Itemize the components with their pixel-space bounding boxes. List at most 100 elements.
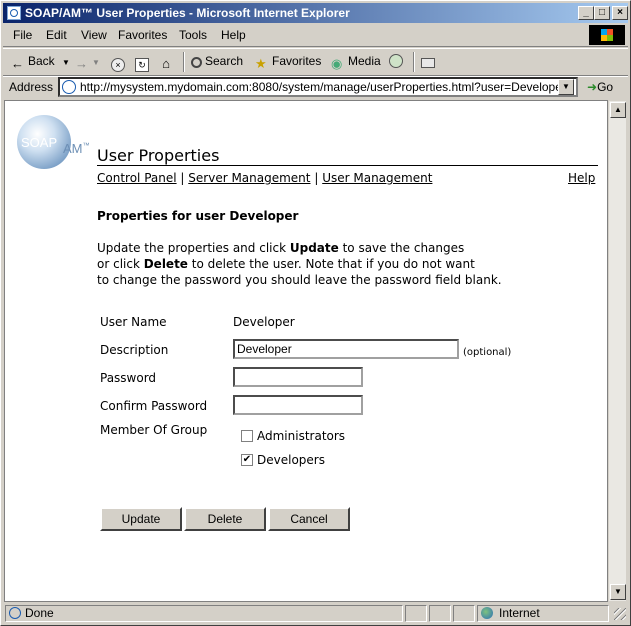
- menu-tools[interactable]: Tools: [179, 28, 207, 42]
- intro-text: or click: [97, 257, 144, 271]
- status-text: Done: [25, 606, 54, 620]
- help-link[interactable]: Help: [568, 171, 595, 185]
- refresh-button[interactable]: ↻: [135, 54, 152, 72]
- logo-soap-text: SOAP: [21, 135, 58, 150]
- forward-button[interactable]: → ▼: [75, 54, 100, 71]
- status-pane: [453, 605, 475, 622]
- status-bar: Done Internet: [3, 604, 628, 623]
- toolbar-separator: [183, 52, 185, 72]
- section-heading: Properties for user Developer: [97, 209, 299, 223]
- status-pane: [405, 605, 427, 622]
- toolbar-separator: [413, 52, 415, 72]
- title-bar[interactable]: SOAP/AM™ User Properties - Microsoft Int…: [3, 3, 628, 23]
- menu-view[interactable]: View: [81, 28, 107, 42]
- back-dropdown-icon[interactable]: ▼: [62, 58, 70, 67]
- scroll-up-arrow-icon[interactable]: ▲: [610, 102, 626, 118]
- delete-button[interactable]: Delete: [184, 507, 266, 531]
- minimize-button[interactable]: _: [578, 6, 594, 20]
- page-icon: [62, 80, 76, 94]
- standard-toolbar: ← Back ▼ → ▼ × ↻ ⌂ Search ★ Favorites ◉ Medi…: [3, 48, 628, 76]
- intro-text: Update the properties and click: [97, 241, 290, 255]
- stop-icon: ×: [111, 58, 125, 72]
- control-panel-link[interactable]: Control Panel: [97, 171, 177, 185]
- description-label: Description: [100, 343, 169, 357]
- nav-separator: |: [180, 171, 185, 185]
- address-dropdown-icon[interactable]: ▼: [558, 79, 574, 95]
- nav-separator: |: [314, 171, 319, 185]
- search-button[interactable]: Search: [191, 54, 243, 68]
- windows-logo-icon: [589, 25, 625, 45]
- menu-help[interactable]: Help: [221, 28, 246, 42]
- username-label: User Name: [100, 315, 167, 329]
- description-optional-hint: (optional): [463, 347, 512, 358]
- user-management-link[interactable]: User Management: [322, 171, 432, 185]
- favorites-star-icon: ★: [255, 56, 267, 71]
- close-button[interactable]: ×: [612, 6, 628, 20]
- server-management-link[interactable]: Server Management: [188, 171, 310, 185]
- browser-window: SOAP/AM™ User Properties - Microsoft Int…: [0, 0, 631, 626]
- intro-update-emphasis: Update: [289, 241, 339, 255]
- go-label: Go: [597, 80, 614, 94]
- resize-grip-icon[interactable]: [614, 608, 626, 620]
- menu-file[interactable]: File: [13, 28, 32, 42]
- search-label: Search: [205, 54, 244, 68]
- intro-text: to delete the user. Note that if you do …: [187, 257, 475, 271]
- zone-label: Internet: [499, 606, 540, 620]
- stop-button[interactable]: ×: [111, 54, 128, 72]
- password-field[interactable]: [233, 367, 363, 387]
- address-label: Address: [9, 80, 54, 94]
- developers-checkbox[interactable]: ✔: [241, 454, 253, 466]
- administrators-checkbox[interactable]: [241, 430, 253, 442]
- breadcrumb-nav: Control Panel | Server Management | User…: [97, 171, 432, 185]
- back-label: Back: [28, 54, 55, 68]
- title-divider: [97, 165, 598, 166]
- go-arrow-icon: ➜: [587, 80, 598, 94]
- update-button[interactable]: Update: [100, 507, 182, 531]
- address-input[interactable]: http://mysystem.mydomain.com:8080/system…: [58, 77, 578, 97]
- cancel-button[interactable]: Cancel: [268, 507, 350, 531]
- maximize-button[interactable]: □: [594, 6, 610, 20]
- media-label: Media: [348, 54, 381, 68]
- developers-label[interactable]: Developers: [257, 453, 325, 467]
- search-icon: [191, 57, 202, 68]
- confirm-password-field[interactable]: [233, 395, 363, 415]
- page-title: User Properties: [97, 146, 220, 165]
- zone-pane: Internet: [477, 605, 609, 622]
- status-page-icon: [9, 607, 21, 619]
- print-button[interactable]: [421, 54, 438, 68]
- scroll-down-arrow-icon[interactable]: ▼: [610, 584, 626, 600]
- intro-text: to change the password you should leave …: [97, 273, 502, 287]
- page-content: SOAP AM™ User Properties Control Panel |…: [4, 100, 608, 602]
- status-text-pane: Done: [5, 605, 403, 622]
- password-label: Password: [100, 371, 157, 385]
- back-button[interactable]: ← Back ▼: [11, 54, 70, 71]
- history-icon: [389, 54, 403, 68]
- refresh-icon: ↻: [135, 58, 149, 72]
- administrators-label[interactable]: Administrators: [257, 429, 345, 443]
- address-url[interactable]: http://mysystem.mydomain.com:8080/system…: [80, 80, 566, 94]
- media-button[interactable]: ◉ Media: [331, 54, 381, 71]
- printer-icon: [421, 58, 435, 68]
- status-pane: [429, 605, 451, 622]
- menu-edit[interactable]: Edit: [46, 28, 67, 42]
- go-button[interactable]: ➜Go: [587, 80, 613, 94]
- vertical-scrollbar[interactable]: ▲ ▼: [608, 100, 627, 602]
- address-bar: Address http://mysystem.mydomain.com:808…: [3, 76, 628, 99]
- menu-bar: File Edit View Favorites Tools Help: [3, 24, 628, 47]
- logo-am-text: AM™: [63, 141, 90, 156]
- history-button[interactable]: [389, 54, 406, 68]
- description-field[interactable]: [233, 339, 459, 359]
- home-button[interactable]: ⌂: [159, 54, 176, 71]
- logo-am-label: AM: [63, 141, 83, 156]
- confirm-password-label: Confirm Password: [100, 399, 208, 413]
- home-icon: ⌂: [162, 56, 170, 71]
- forward-dropdown-icon[interactable]: ▼: [92, 58, 100, 67]
- favorites-button[interactable]: ★ Favorites: [255, 54, 321, 71]
- ie-page-icon: [7, 6, 21, 20]
- member-of-group-label: Member Of Group: [100, 423, 208, 437]
- instructions-text: Update the properties and click Update t…: [97, 240, 577, 288]
- favorites-label: Favorites: [272, 54, 322, 68]
- logo-tm: ™: [82, 142, 90, 150]
- username-value: Developer: [233, 315, 295, 329]
- menu-favorites[interactable]: Favorites: [118, 28, 167, 42]
